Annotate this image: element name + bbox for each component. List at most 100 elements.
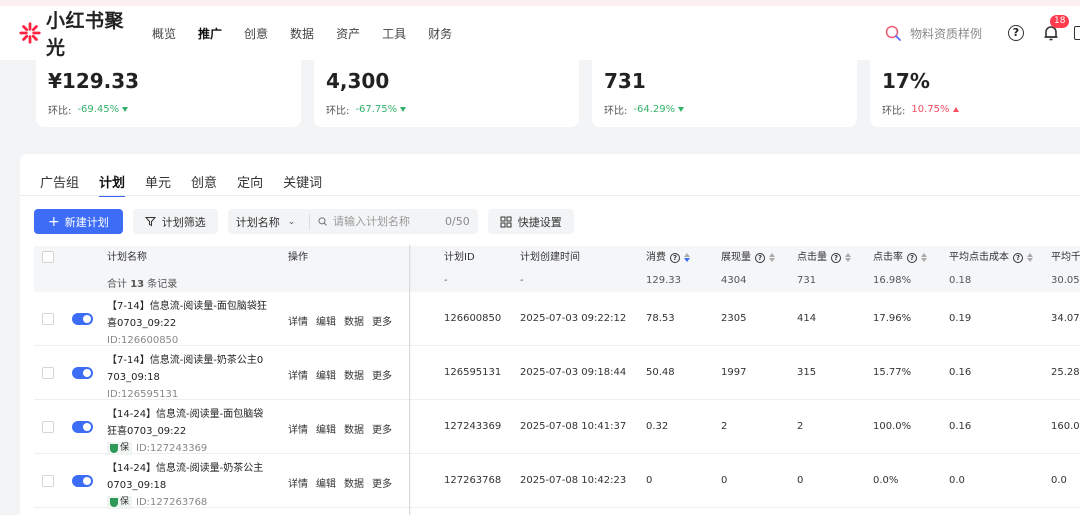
op-edit[interactable]: 编辑 [316,313,336,328]
col-impressions[interactable]: 展现量 ? [721,246,775,269]
plan-name-line1[interactable]: 【7-14】信息流-阅读量-奶茶公主0 [107,352,267,369]
metric-compare-label: 环比: [604,106,628,117]
op-more[interactable]: 更多 [372,421,392,436]
logo[interactable]: 小红书聚光 [18,6,136,60]
help-icon[interactable]: ? [1008,25,1024,41]
plan-name-line1[interactable]: 【14-24】信息流-阅读量-面包脑袋 [107,406,267,423]
plan-name-line2[interactable]: 狂喜0703_09:22 [107,423,267,440]
plan-name-line2[interactable]: 0703_09:18 [107,477,267,494]
plan-status-toggle[interactable] [72,421,93,433]
col-cost[interactable]: 消费 ? [646,246,690,269]
plan-id-line: 保 ID:127263768 [107,494,267,511]
metric-compare-label: 环比: [882,106,906,117]
plan-name-line2[interactable]: 703_09:18 [107,369,267,386]
col-cost-label: 消费 [646,252,666,263]
help-icon[interactable]: ? [755,252,765,263]
op-edit[interactable]: 编辑 [316,421,336,436]
plan-filter-button[interactable]: 计划筛选 [132,209,218,234]
nav-tools[interactable]: 工具 [382,25,406,42]
col-created-time: 计划创建时间 [520,252,580,263]
table-row[interactable]: 【7-14】信息流-阅读量-面包脑袋狂 喜0703_09:22 ID:12660… [34,292,1080,346]
op-edit[interactable]: 编辑 [316,367,336,382]
op-edit[interactable]: 编辑 [316,475,336,490]
sort-icon[interactable] [921,253,927,262]
tab-ad-group[interactable]: 广告组 [40,172,79,197]
op-data[interactable]: 数据 [344,475,364,490]
header-right: 物料资质样例 ? 18 [884,6,1080,60]
op-data[interactable]: 数据 [344,367,364,382]
col-avg-cpc[interactable]: 平均点击成本 ? [949,246,1033,269]
table-row[interactable]: 【7-14】信息流-阅读量-奶茶公主0 703_09:18 ID:1265951… [34,346,1080,400]
table-row[interactable]: 【14-24】信息流-阅读量-面包脑袋 狂喜0703_09:22 保 ID:12… [34,400,1080,455]
tab-keywords[interactable]: 关键词 [283,172,322,197]
search-icon[interactable] [884,24,902,42]
created-time: 2025-07-08 10:42:23 [520,475,627,486]
col-clicks[interactable]: 点击量 ? [797,246,851,269]
help-icon[interactable]: ? [907,252,917,263]
search-input-wrap: 0/50 [310,215,478,228]
plan-name-line1[interactable]: 【14-24】信息流-阅读量-奶茶公主 [107,460,267,477]
sort-icon[interactable] [769,253,775,262]
tab-plan[interactable]: 计划 [99,172,126,197]
row-checkbox[interactable] [42,421,54,433]
op-details[interactable]: 详情 [288,475,308,490]
nav-promotion[interactable]: 推广 [198,25,222,42]
plan-name-line2[interactable]: 喜0703_09:22 [107,315,267,332]
metric-card-cost: ¥129.33 环比: -69.45% [36,60,301,127]
op-data[interactable]: 数据 [344,421,364,436]
plan-name-input[interactable] [333,215,444,228]
plan-search: 计划名称 ⌄ 0/50 [227,209,478,234]
plan-status-toggle[interactable] [72,475,93,487]
nav-data[interactable]: 数据 [290,25,314,42]
nav-finance[interactable]: 财务 [428,25,452,42]
op-details[interactable]: 详情 [288,367,308,382]
header-search-placeholder[interactable]: 物料资质样例 [910,25,982,42]
summary-cost: 129.33 [646,275,681,286]
plan-status-toggle[interactable] [72,313,93,325]
shield-icon [110,498,118,507]
quick-settings-button[interactable]: 快捷设置 [487,209,574,234]
nav-overview[interactable]: 概览 [152,25,176,42]
tab-creative[interactable]: 创意 [191,172,217,197]
cost: 50.48 [646,367,675,378]
tabs-divider [20,195,1080,196]
frozen-column-shadow [409,245,412,515]
avg-cpm: 25.28 [1051,367,1080,378]
summary-cpc: 0.18 [949,275,972,286]
select-all-checkbox[interactable] [42,251,54,263]
help-icon[interactable]: ? [670,252,680,263]
plan-status-toggle[interactable] [72,367,93,379]
help-icon[interactable]: ? [831,252,841,263]
plan-id: 127243369 [444,421,502,432]
op-more[interactable]: 更多 [372,367,392,382]
row-checkbox[interactable] [42,313,54,325]
summary-cpm: 30.05 [1051,275,1080,286]
sort-icon[interactable] [684,253,690,262]
nav-creative[interactable]: 创意 [244,25,268,42]
panel-icon[interactable] [1074,26,1080,40]
notification-bell[interactable]: 18 [1042,15,1070,42]
table-row[interactable]: 【14-24】信息流-阅读量-奶茶公主 0703_09:18 保 ID:1272… [34,454,1080,511]
sort-icon[interactable] [845,253,851,262]
help-icon[interactable]: ? [1013,252,1023,263]
row-checkbox[interactable] [42,475,54,487]
op-more[interactable]: 更多 [372,475,392,490]
ctr: 100.0% [873,421,912,432]
top-header: 小红书聚光 概览 推广 创意 数据 资产 工具 财务 物料资质样例 ? 18 [0,6,1080,60]
tab-targeting[interactable]: 定向 [237,172,263,197]
tab-unit[interactable]: 单元 [145,172,171,197]
new-plan-button[interactable]: + 新建计划 [34,209,123,234]
sort-icon[interactable] [1027,253,1033,262]
row-checkbox[interactable] [42,367,54,379]
nav-assets[interactable]: 资产 [336,25,360,42]
plan-name-line1[interactable]: 【7-14】信息流-阅读量-面包脑袋狂 [107,298,267,315]
op-data[interactable]: 数据 [344,313,364,328]
op-more[interactable]: 更多 [372,313,392,328]
op-details[interactable]: 详情 [288,421,308,436]
created-time: 2025-07-03 09:18:44 [520,367,627,378]
metric-value: 4,300 [326,69,390,93]
summary-ctr: 16.98% [873,275,912,286]
op-details[interactable]: 详情 [288,313,308,328]
search-field-select[interactable]: 计划名称 ⌄ [228,213,310,230]
col-ctr[interactable]: 点击率 ? [873,246,927,269]
